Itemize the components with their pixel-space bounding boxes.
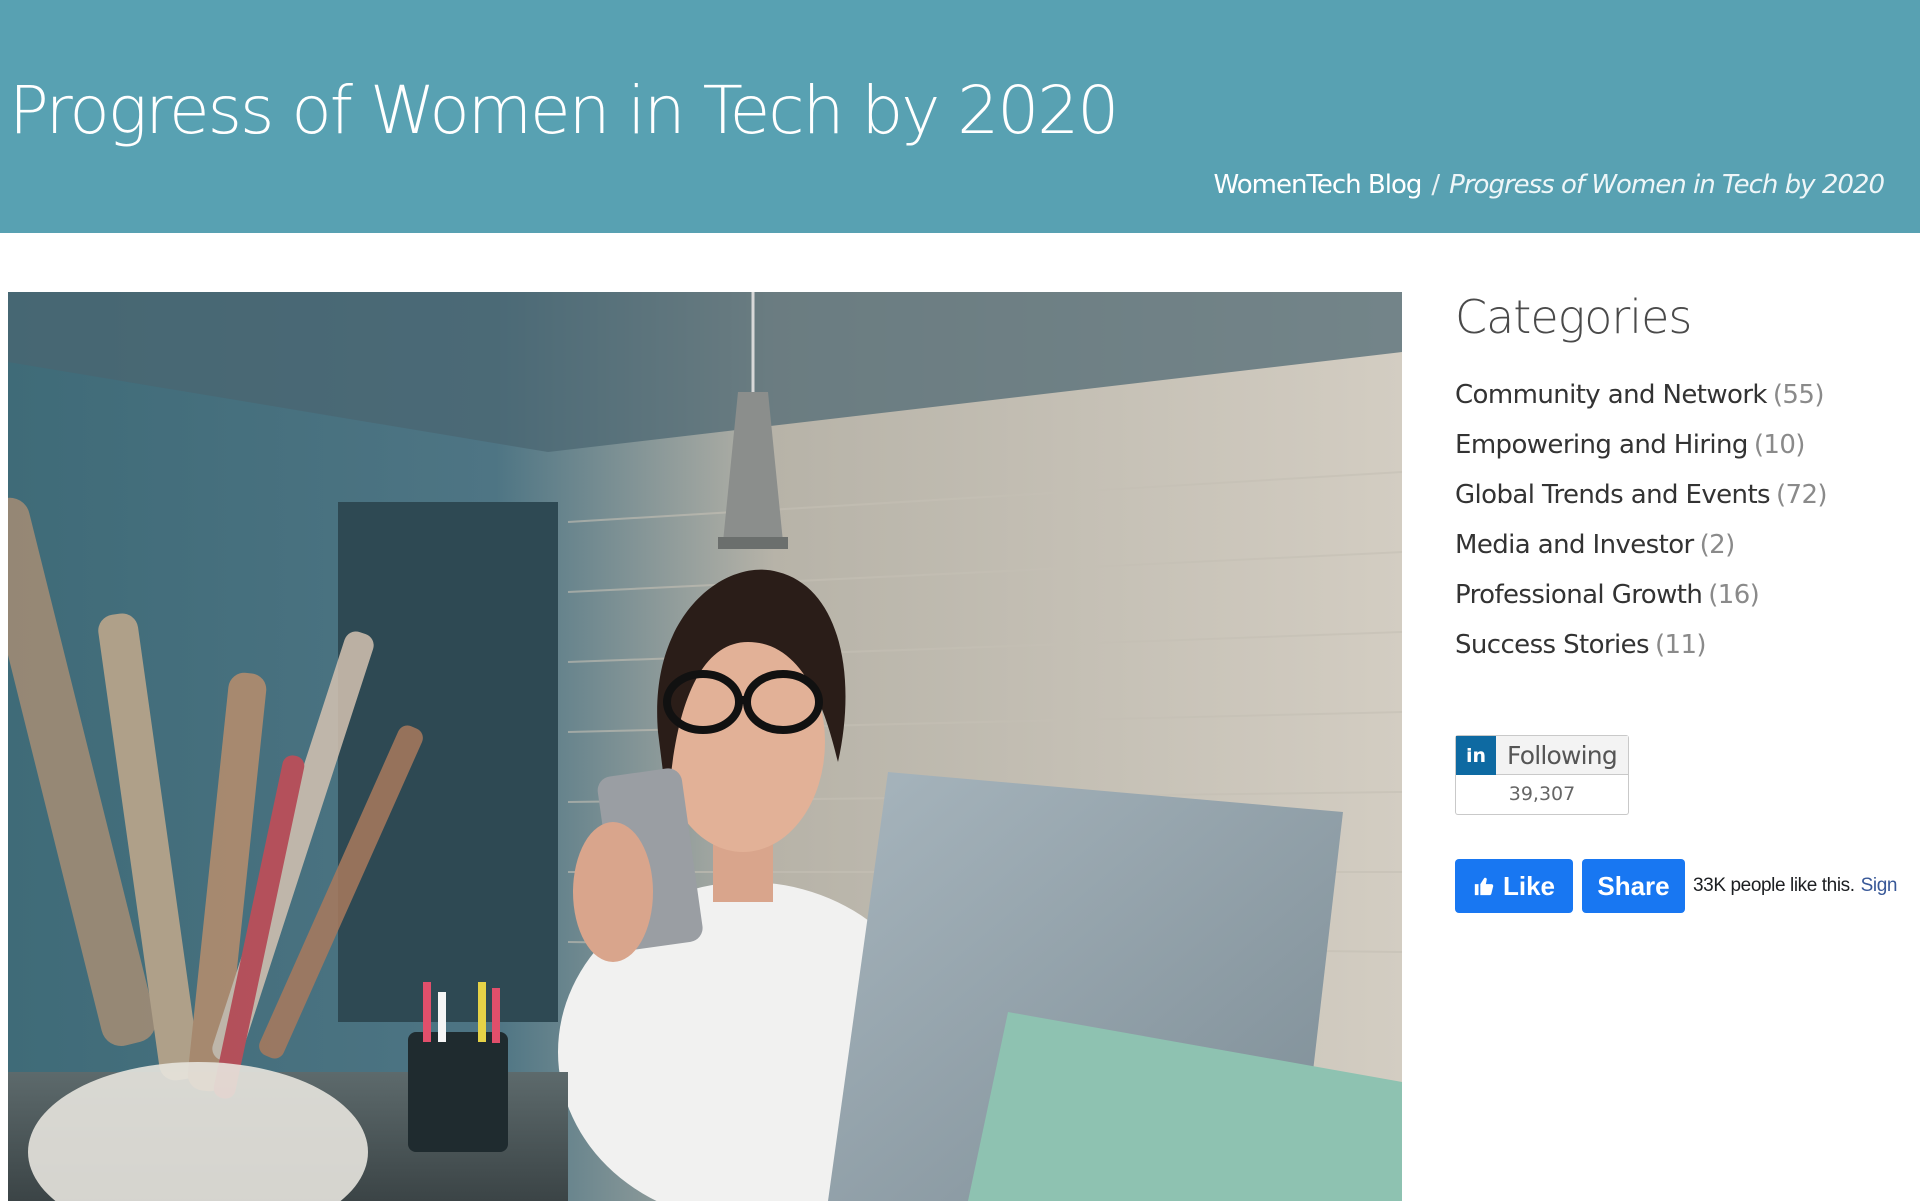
category-item[interactable]: Media and Investor (2) <box>1455 520 1895 570</box>
category-name[interactable]: Global Trends and Events <box>1455 480 1771 510</box>
facebook-share-label: Share <box>1597 870 1670 901</box>
breadcrumb-current: Progress of Women in Tech by 2020 <box>1449 170 1885 200</box>
category-item[interactable]: Success Stories (11) <box>1455 620 1895 670</box>
page-header: Progress of Women in Tech by 2020 WomenT… <box>0 0 1920 233</box>
facebook-like-count-text: 33K people like this. Sign <box>1693 875 1897 897</box>
category-name[interactable]: Empowering and Hiring <box>1455 430 1748 460</box>
linkedin-follow-button[interactable]: in Following <box>1455 735 1629 775</box>
facebook-share-button[interactable]: Share <box>1582 859 1685 913</box>
sidebar: Categories Community and Network (55) Emp… <box>1455 290 1897 913</box>
category-count: (11) <box>1655 630 1707 660</box>
breadcrumb-separator: / <box>1431 170 1440 200</box>
facebook-like-button[interactable]: Like <box>1455 859 1573 913</box>
page-title: Progress of Women in Tech by 2020 <box>9 72 1119 149</box>
facebook-sign-link[interactable]: Sign <box>1861 875 1898 896</box>
thumbs-up-icon <box>1474 877 1494 896</box>
categories-list: Community and Network (55) Empowering and… <box>1455 370 1895 670</box>
category-item[interactable]: Empowering and Hiring (10) <box>1455 420 1895 470</box>
category-count: (10) <box>1753 430 1806 460</box>
facebook-people-like-text: 33K people like this. <box>1693 875 1855 896</box>
linkedin-follower-count: 39,307 <box>1455 775 1629 815</box>
linkedin-following-label[interactable]: Following <box>1496 736 1628 774</box>
linkedin-icon: in <box>1456 736 1496 775</box>
category-count: (16) <box>1708 580 1760 610</box>
featured-image <box>8 292 1402 1201</box>
category-count: (72) <box>1775 480 1828 510</box>
breadcrumb: WomenTech Blog / Progress of Women in Tech… <box>1214 170 1885 200</box>
category-count: (2) <box>1699 530 1736 560</box>
category-name[interactable]: Community and Network <box>1455 380 1767 410</box>
category-name[interactable]: Professional Growth <box>1455 580 1703 610</box>
category-item[interactable]: Global Trends and Events (72) <box>1455 470 1895 520</box>
featured-image-photo <box>8 292 1402 1201</box>
facebook-widget: Like Share 33K people like this. Sign <box>1455 859 1897 913</box>
category-count: (55) <box>1772 380 1825 410</box>
category-item[interactable]: Professional Growth (16) <box>1455 570 1895 620</box>
category-name[interactable]: Media and Investor <box>1455 530 1694 560</box>
categories-heading: Categories <box>1455 290 1692 344</box>
linkedin-follow-widget[interactable]: in Following 39,307 <box>1455 735 1629 817</box>
category-name[interactable]: Success Stories <box>1455 630 1650 660</box>
category-item[interactable]: Community and Network (55) <box>1455 370 1895 420</box>
facebook-like-label: Like <box>1502 870 1556 901</box>
breadcrumb-home-link[interactable]: WomenTech Blog <box>1214 170 1423 200</box>
